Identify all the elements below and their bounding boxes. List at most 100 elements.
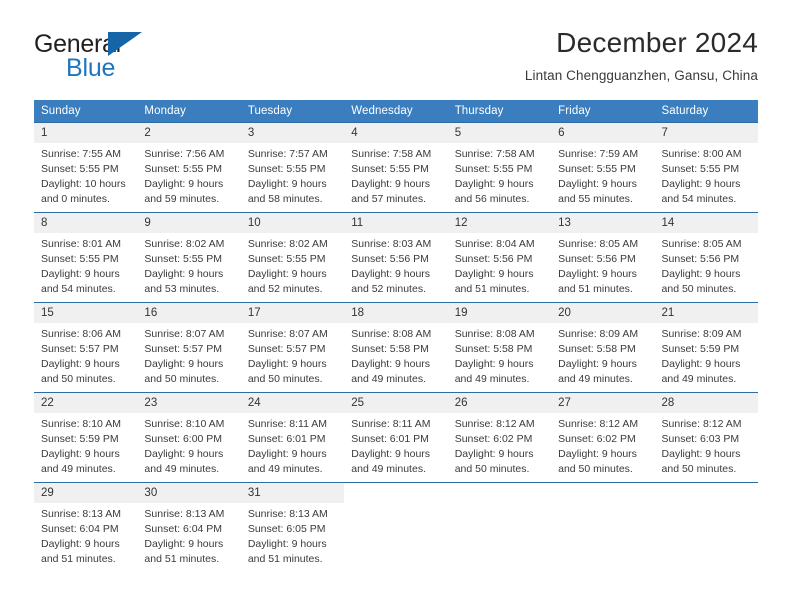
sunrise-time: Sunrise: 8:13 AM — [144, 508, 225, 521]
day-details: Sunrise: 8:08 AM Sunset: 5:58 PM Dayligh… — [448, 323, 551, 387]
day-cell[interactable]: 24 Sunrise: 8:11 AM Sunset: 6:01 PM Dayl… — [240, 392, 345, 483]
day-cell[interactable]: 19 Sunrise: 8:08 AM Sunset: 5:58 PM Dayl… — [447, 302, 552, 393]
day-details: Sunrise: 8:07 AM Sunset: 5:57 PM Dayligh… — [241, 323, 344, 387]
sunrise-time: Sunrise: 8:02 AM — [247, 238, 328, 251]
daylight-line-2: and 50 minutes. — [144, 373, 220, 386]
day-cell[interactable]: 20 Sunrise: 8:09 AM Sunset: 5:58 PM Dayl… — [551, 302, 655, 393]
daylight-line-2: and 49 minutes. — [661, 373, 737, 386]
day-details: Sunrise: 8:11 AM Sunset: 6:01 PM Dayligh… — [241, 413, 344, 477]
day-details: Sunrise: 8:12 AM Sunset: 6:03 PM Dayligh… — [655, 413, 758, 477]
sunset-time: Sunset: 5:57 PM — [41, 343, 119, 356]
daylight-line-1: Daylight: 9 hours — [661, 358, 741, 371]
day-details: Sunrise: 7:56 AM Sunset: 5:55 PM Dayligh… — [137, 143, 240, 207]
day-cell[interactable]: 10 Sunrise: 8:02 AM Sunset: 5:55 PM Dayl… — [240, 212, 345, 303]
daylight-line-1: Daylight: 9 hours — [661, 178, 741, 191]
sunrise-time: Sunrise: 8:07 AM — [144, 328, 225, 341]
day-cell[interactable]: 12 Sunrise: 8:04 AM Sunset: 5:56 PM Dayl… — [447, 212, 552, 303]
sunrise-time: Sunrise: 8:02 AM — [144, 238, 225, 251]
logo-general-blue[interactable]: General Blue — [34, 28, 184, 86]
sunset-time: Sunset: 5:57 PM — [247, 343, 326, 356]
sunset-time: Sunset: 6:02 PM — [454, 433, 533, 446]
day-cell[interactable]: 13 Sunrise: 8:05 AM Sunset: 5:56 PM Dayl… — [551, 212, 655, 303]
day-number: 1 — [34, 123, 138, 144]
day-number: 3 — [240, 123, 345, 144]
daylight-line-2: and 53 minutes. — [144, 283, 220, 296]
day-number: 23 — [137, 393, 241, 414]
daylight-line-2: and 49 minutes. — [144, 463, 220, 476]
day-number: 22 — [34, 393, 138, 414]
day-cell[interactable]: 5 Sunrise: 7:58 AM Sunset: 5:55 PM Dayli… — [447, 122, 552, 213]
day-cell[interactable]: 9 Sunrise: 8:02 AM Sunset: 5:55 PM Dayli… — [137, 212, 241, 303]
day-cell-empty — [551, 482, 655, 573]
day-number: 10 — [240, 213, 345, 234]
day-cell[interactable]: 25 Sunrise: 8:11 AM Sunset: 6:01 PM Dayl… — [344, 392, 448, 483]
day-details: Sunrise: 8:06 AM Sunset: 5:57 PM Dayligh… — [34, 323, 137, 387]
daylight-line-1: Daylight: 9 hours — [247, 448, 327, 461]
day-cell[interactable]: 22 Sunrise: 8:10 AM Sunset: 5:59 PM Dayl… — [34, 392, 138, 483]
day-cell[interactable]: 18 Sunrise: 8:08 AM Sunset: 5:58 PM Dayl… — [344, 302, 448, 393]
day-cell[interactable]: 4 Sunrise: 7:58 AM Sunset: 5:55 PM Dayli… — [344, 122, 448, 213]
day-cell[interactable]: 26 Sunrise: 8:12 AM Sunset: 6:02 PM Dayl… — [447, 392, 552, 483]
day-cell[interactable]: 28 Sunrise: 8:12 AM Sunset: 6:03 PM Dayl… — [654, 392, 758, 483]
sunrise-time: Sunrise: 7:59 AM — [558, 148, 639, 161]
column-header-monday: Monday — [137, 100, 241, 123]
sunset-time: Sunset: 5:55 PM — [144, 163, 223, 176]
sunset-time: Sunset: 5:55 PM — [454, 163, 533, 176]
day-details: Sunrise: 8:03 AM Sunset: 5:56 PM Dayligh… — [344, 233, 447, 297]
sunrise-time: Sunrise: 8:12 AM — [661, 418, 742, 431]
day-cell[interactable]: 17 Sunrise: 8:07 AM Sunset: 5:57 PM Dayl… — [240, 302, 345, 393]
day-number: 26 — [447, 393, 552, 414]
day-details: Sunrise: 8:00 AM Sunset: 5:55 PM Dayligh… — [655, 143, 758, 207]
day-details: Sunrise: 7:58 AM Sunset: 5:55 PM Dayligh… — [448, 143, 551, 207]
day-number: 11 — [344, 213, 448, 234]
day-cell[interactable]: 11 Sunrise: 8:03 AM Sunset: 5:56 PM Dayl… — [344, 212, 448, 303]
sunset-time: Sunset: 6:03 PM — [661, 433, 740, 446]
sunset-time: Sunset: 6:01 PM — [247, 433, 326, 446]
column-header-tuesday: Tuesday — [240, 100, 345, 123]
day-number: 6 — [551, 123, 655, 144]
day-cell[interactable]: 21 Sunrise: 8:09 AM Sunset: 5:59 PM Dayl… — [654, 302, 758, 393]
daylight-line-1: Daylight: 9 hours — [144, 538, 224, 551]
day-cell[interactable]: 14 Sunrise: 8:05 AM Sunset: 5:56 PM Dayl… — [654, 212, 758, 303]
day-cell[interactable]: 8 Sunrise: 8:01 AM Sunset: 5:55 PM Dayli… — [34, 212, 138, 303]
day-cell[interactable]: 6 Sunrise: 7:59 AM Sunset: 5:55 PM Dayli… — [551, 122, 655, 213]
day-cell[interactable]: 16 Sunrise: 8:07 AM Sunset: 5:57 PM Dayl… — [137, 302, 241, 393]
day-cell[interactable]: 15 Sunrise: 8:06 AM Sunset: 5:57 PM Dayl… — [34, 302, 138, 393]
sunrise-time: Sunrise: 8:08 AM — [351, 328, 432, 341]
day-cell[interactable]: 2 Sunrise: 7:56 AM Sunset: 5:55 PM Dayli… — [137, 122, 241, 213]
sunset-time: Sunset: 5:55 PM — [144, 253, 223, 266]
sunrise-time: Sunrise: 8:09 AM — [661, 328, 742, 341]
sunrise-time: Sunrise: 8:05 AM — [661, 238, 742, 251]
day-number: 15 — [34, 303, 138, 324]
day-cell[interactable]: 23 Sunrise: 8:10 AM Sunset: 6:00 PM Dayl… — [137, 392, 241, 483]
daylight-line-1: Daylight: 9 hours — [454, 358, 534, 371]
day-details: Sunrise: 8:10 AM Sunset: 6:00 PM Dayligh… — [137, 413, 240, 477]
daylight-line-1: Daylight: 9 hours — [558, 358, 637, 371]
day-number: 31 — [240, 483, 345, 504]
daylight-line-1: Daylight: 9 hours — [247, 358, 327, 371]
day-cell[interactable]: 7 Sunrise: 8:00 AM Sunset: 5:55 PM Dayli… — [654, 122, 758, 213]
day-details: Sunrise: 8:05 AM Sunset: 5:56 PM Dayligh… — [655, 233, 758, 297]
day-cell[interactable]: 27 Sunrise: 8:12 AM Sunset: 6:02 PM Dayl… — [551, 392, 655, 483]
day-details: Sunrise: 8:11 AM Sunset: 6:01 PM Dayligh… — [344, 413, 447, 477]
day-cell[interactable]: 29 Sunrise: 8:13 AM Sunset: 6:04 PM Dayl… — [34, 482, 138, 573]
day-number: 4 — [344, 123, 448, 144]
daylight-line-1: Daylight: 9 hours — [41, 448, 120, 461]
daylight-line-2: and 52 minutes. — [247, 283, 323, 296]
daylight-line-2: and 51 minutes. — [144, 553, 220, 566]
sunset-time: Sunset: 5:55 PM — [41, 163, 119, 176]
day-number: 21 — [654, 303, 758, 324]
sunset-time: Sunset: 5:58 PM — [558, 343, 636, 356]
sunrise-sunset-calendar: Sunday Monday Tuesday Wednesday Thursday… — [34, 100, 758, 573]
day-cell[interactable]: 3 Sunrise: 7:57 AM Sunset: 5:55 PM Dayli… — [240, 122, 345, 213]
daylight-line-1: Daylight: 9 hours — [558, 448, 637, 461]
page-subtitle: Lintan Chengguanzhen, Gansu, China — [524, 67, 758, 83]
day-cell[interactable]: 30 Sunrise: 8:13 AM Sunset: 6:04 PM Dayl… — [137, 482, 241, 573]
day-cell[interactable]: 31 Sunrise: 8:13 AM Sunset: 6:05 PM Dayl… — [240, 482, 345, 573]
day-cell[interactable]: 1 Sunrise: 7:55 AM Sunset: 5:55 PM Dayli… — [34, 122, 138, 213]
sunset-time: Sunset: 6:04 PM — [41, 523, 119, 536]
daylight-line-1: Daylight: 9 hours — [558, 178, 637, 191]
day-number: 25 — [344, 393, 448, 414]
sunrise-time: Sunrise: 8:04 AM — [454, 238, 535, 251]
sunset-time: Sunset: 5:55 PM — [247, 163, 326, 176]
